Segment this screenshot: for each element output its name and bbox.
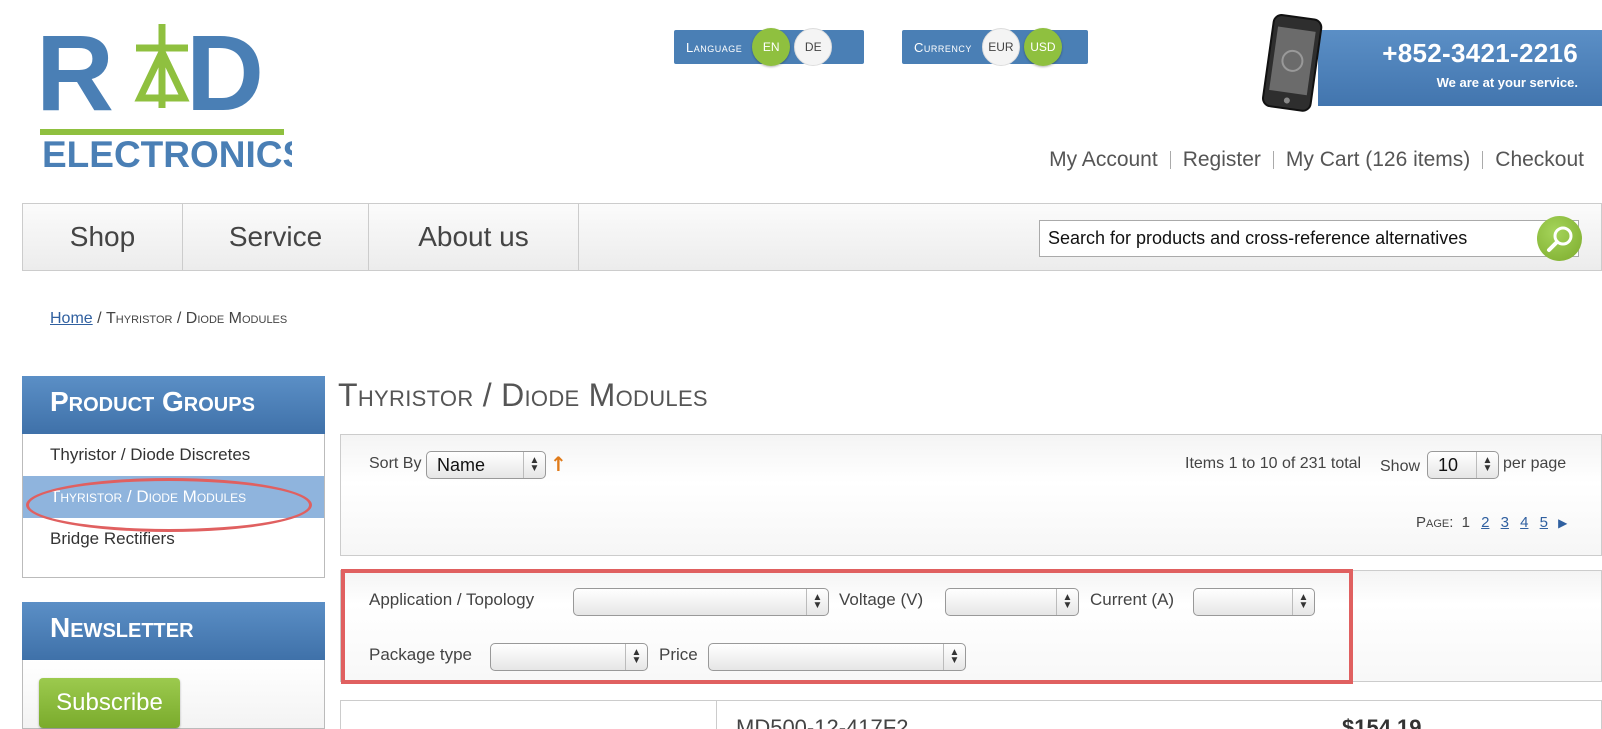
- highlight-ellipse: [26, 478, 312, 532]
- breadcrumb-current: Thyristor / Diode Modules: [106, 310, 288, 327]
- divider: [1169, 151, 1171, 169]
- page-link-4[interactable]: 4: [1520, 514, 1528, 531]
- language-en-button[interactable]: EN: [752, 28, 791, 66]
- sort-by-select[interactable]: Name ▲ ▼: [426, 451, 546, 479]
- search-input[interactable]: Search for products and cross-reference …: [1039, 220, 1579, 257]
- checkout-link[interactable]: Checkout: [1495, 148, 1584, 172]
- nav-about-us[interactable]: About us: [369, 204, 579, 270]
- page-link-3[interactable]: 3: [1501, 514, 1509, 531]
- search-icon: [1546, 226, 1572, 252]
- thyristor-symbol-icon: [134, 24, 190, 108]
- currency-usd-button[interactable]: USD: [1023, 28, 1062, 66]
- language-label: Language: [686, 39, 743, 55]
- page-link-5[interactable]: 5: [1540, 514, 1548, 531]
- mobile-phone-icon: [1262, 14, 1323, 112]
- nav-service[interactable]: Service: [183, 204, 369, 270]
- show-label: Show: [1380, 458, 1421, 475]
- page-title: Thyristor / Diode Modules: [338, 377, 708, 413]
- currency-switcher: Currency EUR USD: [902, 28, 1088, 66]
- subscribe-button[interactable]: Subscribe: [39, 678, 180, 728]
- register-link[interactable]: Register: [1183, 148, 1261, 172]
- pagination: Page: 1 2 3 4 5 ▶: [1416, 514, 1567, 531]
- per-page-label: per page: [1503, 455, 1567, 472]
- account-links: My Account Register My Cart (126 items) …: [1049, 148, 1584, 172]
- language-switcher: Language EN DE: [674, 28, 864, 66]
- select-arrows-icon: ▲ ▼: [1476, 452, 1498, 478]
- breadcrumb: Home / Thyristor / Diode Modules: [50, 310, 288, 327]
- product-name[interactable]: MD500-12-417F2: [736, 715, 908, 729]
- language-de-button[interactable]: DE: [794, 28, 833, 66]
- currency-label: Currency: [914, 39, 972, 55]
- highlight-rectangle: [341, 569, 1353, 684]
- page-label: Page:: [1416, 514, 1454, 531]
- product-groups-heading: Product Groups: [22, 376, 325, 436]
- page: R D ELECTRONICS Language EN DE Currency …: [0, 0, 1602, 729]
- my-account-link[interactable]: My Account: [1049, 148, 1158, 172]
- page-link-2[interactable]: 2: [1481, 514, 1489, 531]
- sort-direction-icon[interactable]: ↑: [550, 452, 567, 476]
- currency-eur-button[interactable]: EUR: [981, 28, 1020, 66]
- rd-electronics-logo[interactable]: R D ELECTRONICS: [36, 16, 292, 176]
- group-item-discretes[interactable]: Thyristor / Diode Discretes: [23, 434, 324, 476]
- product-price: $154.19: [1342, 715, 1422, 729]
- nav-shop[interactable]: Shop: [23, 204, 183, 270]
- divider: [716, 700, 717, 729]
- logo-letter-d: D: [186, 16, 264, 133]
- phone-number: +852-3421-2216: [1382, 38, 1578, 68]
- sort-by-label: Sort By: [369, 455, 422, 472]
- contact-box: +852-3421-2216 We are at your service.: [1318, 30, 1602, 106]
- divider: [1482, 151, 1484, 169]
- current-page: 1: [1461, 514, 1470, 531]
- select-arrows-icon: ▲ ▼: [523, 452, 545, 478]
- logo-subtitle: ELECTRONICS: [42, 134, 292, 175]
- divider: [1272, 151, 1274, 169]
- my-cart-link[interactable]: My Cart (126 items): [1286, 148, 1470, 172]
- next-page-icon[interactable]: ▶: [1558, 516, 1567, 530]
- newsletter-heading: Newsletter: [22, 602, 325, 662]
- breadcrumb-home-link[interactable]: Home: [50, 310, 93, 327]
- contact-tagline: We are at your service.: [1436, 75, 1578, 90]
- items-count: Items 1 to 10 of 231 total: [1185, 455, 1362, 472]
- search-button[interactable]: [1537, 216, 1582, 261]
- logo-letter-r: R: [36, 16, 114, 133]
- per-page-select[interactable]: 10 ▲ ▼: [1427, 451, 1499, 479]
